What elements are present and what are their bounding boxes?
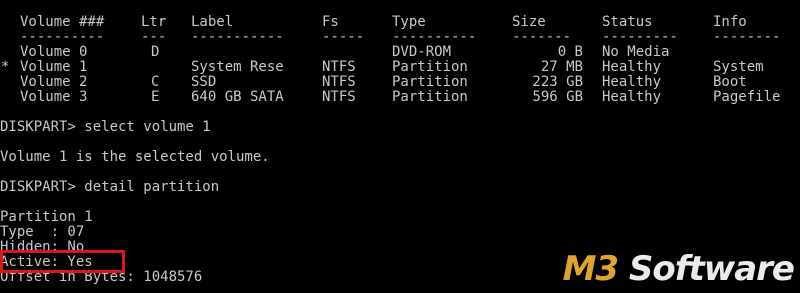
table-row: Volume 2 C SSD NTFS Partition 223 GB Hea… (0, 75, 747, 90)
volume-status: Healthy (602, 59, 662, 75)
selected-marker (1, 45, 9, 60)
volume-letter: C (151, 74, 160, 90)
volume-size: 0 B (557, 44, 583, 60)
volume-label: SSD (191, 74, 217, 90)
volume-label: 640 GB SATA (191, 89, 284, 105)
separator-fs: ----- (322, 29, 365, 45)
command-prompt-window: Volume ### Ltr Label Fs Type Size Status… (0, 0, 800, 293)
command-detail-partition: DISKPART> detail partition (0, 179, 220, 195)
header-fs: Fs (322, 14, 339, 30)
volume-table-separator: ---------- --- ----------- ----- -------… (0, 30, 780, 45)
volume-label: System Rese (191, 59, 284, 75)
selected-marker: * (1, 59, 10, 75)
volume-type: Partition (392, 59, 468, 75)
volume-table-header: Volume ### Ltr Label Fs Type Size Status… (0, 15, 747, 30)
volume-size: 27 MB (540, 59, 583, 75)
watermark-m3: M3 (562, 249, 619, 289)
volume-info: Pagefile (713, 89, 781, 105)
volume-fs: NTFS (322, 59, 356, 75)
separator-type: ---------- (392, 29, 477, 45)
header-info: Info (713, 14, 747, 30)
separator-label: ----------- (191, 29, 284, 45)
volume-name: Volume 3 (20, 89, 88, 105)
active-highlight-box (0, 250, 125, 273)
volume-letter: E (151, 89, 160, 105)
separator-volume: ---------- (20, 29, 105, 45)
header-size: Size (512, 14, 546, 30)
header-volume: Volume ### (20, 14, 105, 30)
volume-name: Volume 0 (20, 44, 88, 60)
header-ltr: Ltr (141, 14, 167, 30)
header-status: Status (602, 14, 653, 30)
command-select-volume: DISKPART> select volume 1 (0, 119, 211, 135)
partition-type: Type : 07 (0, 224, 85, 240)
volume-size: 223 GB (532, 74, 583, 90)
volume-status: Healthy (602, 74, 662, 90)
volume-name: Volume 1 (20, 59, 88, 75)
volume-letter: D (151, 44, 160, 60)
header-type: Type (392, 14, 426, 30)
separator-ltr: --- (141, 29, 167, 45)
volume-info: Boot (713, 74, 747, 90)
separator-status: --------- (602, 29, 678, 45)
selected-marker (1, 75, 9, 90)
header-label: Label (191, 14, 234, 30)
watermark-software: Software (618, 249, 795, 289)
volume-type: DVD-ROM (392, 44, 452, 60)
select-result: Volume 1 is the selected volume. (0, 149, 270, 165)
table-row: Volume 0 D DVD-ROM 0 B No Media (0, 45, 669, 60)
volume-status: Healthy (602, 89, 662, 105)
table-row: * Volume 1 System Rese NTFS Partition 27… (0, 59, 764, 75)
volume-fs: NTFS (322, 89, 356, 105)
volume-size: 596 GB (532, 89, 583, 105)
volume-type: Partition (392, 74, 468, 90)
separator-size: ------- (512, 29, 572, 45)
separator-info: -------- (713, 29, 781, 45)
m3-software-watermark: M3 Software (562, 249, 795, 289)
table-row: Volume 3 E 640 GB SATA NTFS Partition 59… (0, 90, 780, 105)
volume-info: System (713, 59, 764, 75)
volume-status: No Media (602, 44, 670, 60)
volume-type: Partition (392, 89, 468, 105)
volume-name: Volume 2 (20, 74, 88, 90)
selected-marker (1, 90, 9, 105)
partition-number: Partition 1 (0, 209, 93, 225)
volume-fs: NTFS (322, 74, 356, 90)
